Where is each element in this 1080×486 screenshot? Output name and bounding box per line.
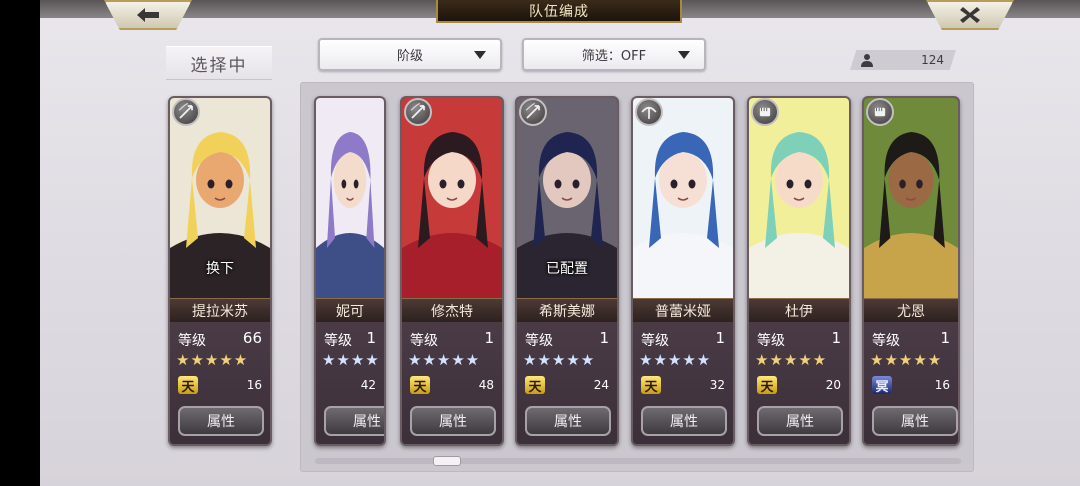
unit-count-badge: 124: [850, 50, 956, 70]
unit-cost: 48: [478, 378, 494, 392]
star-rating: ★★★★★: [523, 351, 596, 369]
attributes-button[interactable]: 属性: [178, 406, 264, 436]
level-value: 1: [831, 329, 841, 347]
attributes-button[interactable]: 属性: [757, 406, 843, 436]
bow-icon: [519, 98, 547, 126]
character-portrait: [864, 98, 958, 298]
selecting-label: 选择中: [166, 46, 272, 80]
unit-name: 尤恩: [864, 298, 958, 322]
status-overlay: 已配置: [546, 261, 588, 277]
fist-icon: [866, 98, 894, 126]
unit-cost: 20: [825, 378, 841, 392]
character-portrait: [402, 98, 502, 298]
attributes-button[interactable]: 属性: [641, 406, 727, 436]
unit-info: 等级 1 ★★★★★ 天 24 属性: [517, 322, 617, 444]
filter-label: 筛选：OFF: [581, 49, 647, 64]
team-formation-screen: 队伍编成 选择中 阶级 筛选：OFF 124 换下 提拉米苏 等级 66 ★★★★★ 天 1…: [40, 0, 1080, 486]
attributes-button[interactable]: 属性: [525, 406, 611, 436]
filter-dropdown[interactable]: 筛选：OFF: [522, 38, 706, 71]
rank-badge: 天: [410, 376, 430, 395]
character-portrait: [749, 98, 849, 298]
unit-cost: 16: [934, 378, 950, 392]
level-label: 等级: [525, 333, 553, 349]
crossbow-icon: [635, 98, 663, 126]
unit-name: 希斯美娜: [517, 298, 617, 322]
page-title: 队伍编成: [436, 0, 682, 23]
rank-badge: 天: [757, 376, 777, 395]
star-rating: ★★★★★: [408, 351, 481, 369]
scrollbar-thumb[interactable]: [433, 456, 461, 466]
rank-badge: 冥: [872, 376, 892, 395]
unit-card[interactable]: 普蕾米娅等级 1 ★★★★★ 天 32 属性: [631, 96, 735, 446]
unit-cost: 42: [360, 378, 376, 392]
level-value: 1: [940, 329, 950, 347]
level-label: 等级: [757, 333, 785, 349]
level-value: 66: [242, 329, 262, 347]
star-rating: ★★★★★: [870, 351, 943, 369]
selected-unit-card[interactable]: 换下提拉米苏等级 66 ★★★★★ 天 16 属性: [168, 96, 272, 446]
star-rating: ★★★★★: [639, 351, 712, 369]
unit-count: 124: [921, 53, 944, 67]
level-value: 1: [715, 329, 725, 347]
unit-card[interactable]: 妮可等级 1 ★★★★ 42 属性: [314, 96, 386, 446]
rank-badge: 天: [641, 376, 661, 395]
character-portrait: [633, 98, 733, 298]
unit-card[interactable]: 已配置希斯美娜等级 1 ★★★★★ 天 24 属性: [515, 96, 619, 446]
chevron-down-icon: [474, 51, 486, 59]
user-icon: [861, 54, 873, 67]
unit-info: 等级 1 ★★★★★ 天 48 属性: [402, 322, 502, 444]
attributes-button[interactable]: 属性: [872, 406, 958, 436]
rank-badge: 天: [178, 376, 198, 395]
horizontal-scrollbar-track[interactable]: [315, 458, 961, 464]
unit-name: 普蕾米娅: [633, 298, 733, 322]
bow-icon: [172, 98, 200, 126]
unit-info: 等级 66 ★★★★★ 天 16 属性: [170, 322, 270, 444]
attributes-button[interactable]: 属性: [410, 406, 496, 436]
close-icon: [960, 7, 980, 23]
unit-info: 等级 1 ★★★★★ 天 32 属性: [633, 322, 733, 444]
level-value: 1: [599, 329, 609, 347]
unit-name: 杜伊: [749, 298, 849, 322]
unit-cost: 24: [593, 378, 609, 392]
level-label: 等级: [324, 333, 352, 349]
rank-badge: 天: [525, 376, 545, 395]
level-label: 等级: [872, 333, 900, 349]
status-overlay: 换下: [206, 261, 234, 277]
class-sort-dropdown[interactable]: 阶级: [318, 38, 502, 71]
unit-info: 等级 1 ★★★★★ 天 20 属性: [749, 322, 849, 444]
unit-name: 提拉米苏: [170, 298, 270, 322]
level-value: 1: [484, 329, 494, 347]
attributes-button[interactable]: 属性: [324, 406, 384, 436]
level-value: 1: [366, 329, 376, 347]
unit-card[interactable]: 修杰特等级 1 ★★★★★ 天 48 属性: [400, 96, 504, 446]
character-portrait: [316, 98, 384, 298]
level-label: 等级: [410, 333, 438, 349]
unit-cost: 16: [246, 378, 262, 392]
star-rating: ★★★★★: [176, 351, 249, 369]
unit-info: 等级 1 ★★★★★ 冥 16 属性: [864, 322, 958, 444]
arrow-left-icon: [137, 8, 159, 22]
unit-card[interactable]: 尤恩等级 1 ★★★★★ 冥 16 属性: [862, 96, 960, 446]
close-button[interactable]: [926, 0, 1014, 30]
unit-name: 修杰特: [402, 298, 502, 322]
unit-cost: 32: [709, 378, 725, 392]
unit-name: 妮可: [316, 298, 384, 322]
unit-card[interactable]: 杜伊等级 1 ★★★★★ 天 20 属性: [747, 96, 851, 446]
back-button[interactable]: [104, 0, 192, 30]
level-label: 等级: [178, 333, 206, 349]
star-rating: ★★★★: [322, 351, 380, 369]
level-label: 等级: [641, 333, 669, 349]
class-sort-label: 阶级: [396, 49, 423, 64]
unit-info: 等级 1 ★★★★ 42 属性: [316, 322, 384, 444]
bow-icon: [404, 98, 432, 126]
fist-icon: [751, 98, 779, 126]
chevron-down-icon: [678, 51, 690, 59]
star-rating: ★★★★★: [755, 351, 828, 369]
